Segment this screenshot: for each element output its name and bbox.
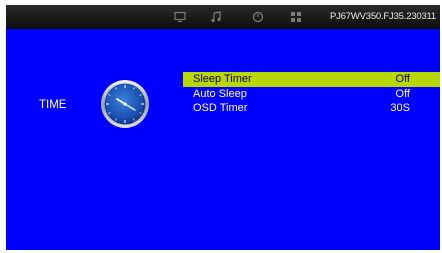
menu-item-sleep-timer[interactable]: Sleep Timer Off [183,72,440,87]
menu-item-value: 30S [390,102,410,114]
menu-item-auto-sleep[interactable]: Auto Sleep Off [183,87,440,101]
osd-screen: PJ67WV350.FJ35.230311 TIME Sleep Timer O… [6,5,440,250]
top-bar: PJ67WV350.FJ35.230311 [6,5,440,29]
music-note-icon[interactable] [210,11,222,23]
menu-item-value: Off [395,73,410,85]
menu-item-label: Auto Sleep [193,88,247,100]
analog-clock-icon [101,80,149,128]
menu-item-label: Sleep Timer [193,73,252,85]
firmware-version: PJ67WV350.FJ35.230311 [329,11,436,22]
grid-icon[interactable] [290,11,302,23]
menu-item-label: OSD Timer [193,102,248,114]
section-title: TIME [39,99,67,111]
menu-item-value: Off [395,88,410,100]
monitor-icon[interactable] [174,11,186,23]
menu-item-osd-timer[interactable]: OSD Timer 30S [183,101,440,115]
time-settings-menu: Sleep Timer Off Auto Sleep Off OSD Timer… [183,72,440,115]
clock-icon[interactable] [252,11,264,23]
